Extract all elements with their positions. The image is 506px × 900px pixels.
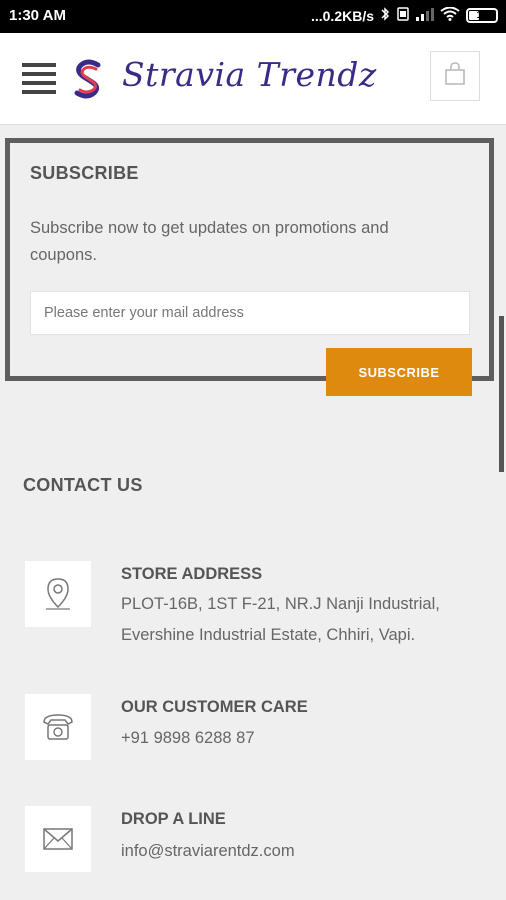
battery-icon: 19: [466, 8, 498, 23]
contact-email[interactable]: info@straviarentdz.com: [121, 842, 295, 861]
brand-name[interactable]: Stravia Trendz: [122, 55, 377, 94]
status-bar: 1:30 AM ...0.2KB/s 19: [0, 0, 506, 33]
site-header: Stravia Trendz: [0, 33, 506, 125]
customer-care-phone[interactable]: +91 9898 6288 87: [121, 729, 255, 748]
store-address-line1: PLOT-16B, 1ST F-21, NR.J Nanji Industria…: [121, 595, 440, 613]
telephone-icon: [25, 694, 91, 760]
shopping-bag-icon: [444, 61, 466, 91]
subscribe-description: Subscribe now to get updates on promotio…: [30, 219, 389, 264]
customer-care-item: OUR CUSTOMER CARE +91 9898 6288 87: [25, 694, 465, 760]
scrollbar-thumb[interactable]: [499, 316, 504, 472]
subscribe-section: SUBSCRIBE Subscribe now to get updates o…: [5, 138, 494, 381]
logo-mark[interactable]: [72, 59, 106, 101]
cart-button[interactable]: [430, 51, 480, 101]
store-address-item: STORE ADDRESS PLOT-16B, 1ST F-21, NR.J N…: [25, 561, 465, 644]
envelope-icon: [25, 806, 91, 872]
menu-icon[interactable]: [22, 63, 56, 95]
network-speed: ...0.2KB/s: [310, 7, 374, 24]
contact-title: CONTACT US: [23, 475, 143, 495]
status-time: 1:30 AM: [9, 7, 66, 24]
location-pin-icon: [25, 561, 91, 627]
email-input[interactable]: [30, 291, 470, 335]
drop-a-line-item: DROP A LINE info@straviarentdz.com: [25, 806, 465, 872]
customer-care-heading: OUR CUSTOMER CARE: [121, 698, 308, 716]
signal-icon: [416, 7, 434, 24]
wifi-icon: [440, 6, 460, 24]
subscribe-title: SUBSCRIBE: [30, 163, 139, 183]
vibrate-icon: [396, 7, 410, 24]
store-address-line2: Evershine Industrial Estate, Chhiri, Vap…: [121, 626, 416, 644]
drop-a-line-heading: DROP A LINE: [121, 810, 226, 828]
battery-level: 19: [476, 10, 488, 21]
status-icons: ...0.2KB/s 19: [310, 6, 498, 24]
store-address-heading: STORE ADDRESS: [121, 565, 263, 583]
bluetooth-icon: [380, 7, 390, 24]
subscribe-button[interactable]: SUBSCRIBE: [326, 348, 472, 396]
